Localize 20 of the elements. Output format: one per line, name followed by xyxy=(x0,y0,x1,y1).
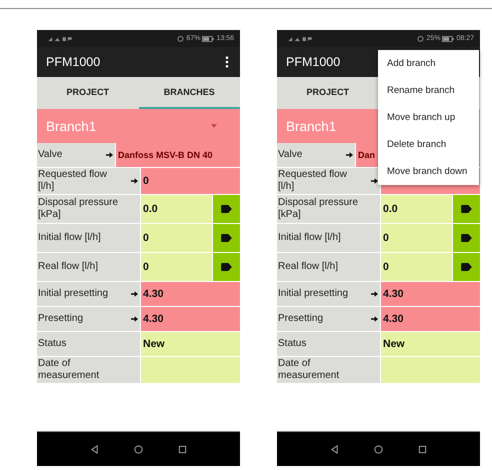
row-label: Initial presetting xyxy=(278,288,350,300)
row-label: Initial presetting xyxy=(38,288,110,300)
row-label: Requested flow [l/h] xyxy=(278,169,348,193)
row-label: Disposal pressure [kPa] xyxy=(278,197,360,221)
row-label: Date of measurement xyxy=(38,358,100,382)
row-label: Status xyxy=(38,338,68,350)
app-title: PFM1000 xyxy=(46,55,100,69)
row-label: Valve xyxy=(38,149,64,161)
row-label: Disposal pressure [kPa] xyxy=(38,197,120,221)
row-label: Real flow [l/h] xyxy=(278,261,340,273)
row-label: Requested flow [l/h] xyxy=(38,169,108,193)
row-label: Initial flow [l/h] xyxy=(278,232,342,244)
row-label: Presetting xyxy=(278,313,324,325)
row-label: Initial flow [l/h] xyxy=(38,232,102,244)
row-label: Valve xyxy=(278,149,304,161)
app-title: PFM1000 xyxy=(286,55,340,69)
row-label: Date of measurement xyxy=(278,358,340,382)
row-label: Status xyxy=(278,338,308,350)
row-label: Presetting xyxy=(38,313,84,325)
row-label: Real flow [l/h] xyxy=(38,261,100,273)
